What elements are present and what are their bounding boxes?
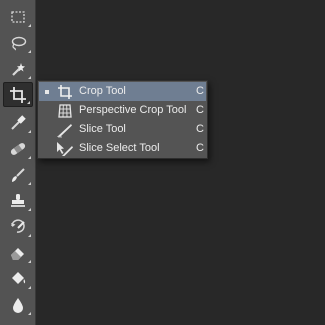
menu-item-crop-tool[interactable]: Crop Tool C [39, 82, 206, 101]
magic-wand-icon [12, 62, 25, 76]
menu-item-label: Slice Select Tool [79, 142, 160, 154]
crop-icon [56, 83, 74, 100]
perspective-crop-icon [56, 102, 74, 119]
paint-bucket-tool[interactable] [3, 266, 33, 291]
menu-item-label: Slice Tool [79, 123, 126, 135]
menu-item-slice-select-tool[interactable]: Slice Select Tool C [39, 139, 206, 158]
menu-item-shortcut: C [196, 123, 204, 135]
selected-bullet-icon [45, 90, 49, 94]
menu-item-perspective-crop-tool[interactable]: Perspective Crop Tool C [39, 101, 206, 120]
healing-brush-tool[interactable] [3, 136, 33, 161]
menu-item-shortcut: C [196, 85, 204, 97]
lasso-tool[interactable] [3, 30, 33, 55]
paint-bucket-icon [12, 271, 26, 284]
eyedropper-tool[interactable] [3, 110, 33, 135]
history-brush-icon [11, 218, 25, 233]
slice-icon [56, 121, 74, 138]
menu-item-shortcut: C [196, 104, 204, 116]
magic-wand-tool[interactable] [3, 56, 33, 81]
lasso-icon [11, 36, 27, 50]
eyedropper-icon [11, 114, 26, 130]
crop-tool-flyout-menu: Crop Tool C Perspective Crop Tool C Slic… [37, 80, 208, 159]
drop-icon [13, 297, 23, 313]
brush-tool[interactable] [3, 162, 33, 187]
stamp-icon [11, 193, 25, 207]
eraser-tool[interactable] [3, 240, 33, 265]
history-brush-tool[interactable] [3, 214, 33, 239]
marquee-icon [11, 10, 25, 23]
brush-icon [12, 167, 25, 182]
menu-item-slice-tool[interactable]: Slice Tool C [39, 120, 206, 139]
tools-panel [0, 0, 36, 325]
workspace: Crop Tool C Perspective Crop Tool C Slic… [0, 0, 325, 325]
clone-stamp-tool[interactable] [3, 188, 33, 213]
menu-item-label: Crop Tool [79, 85, 126, 97]
bandage-icon [10, 142, 26, 155]
slice-select-icon [56, 140, 74, 157]
eraser-icon [11, 247, 24, 260]
blur-tool[interactable] [3, 292, 33, 317]
menu-item-shortcut: C [196, 142, 204, 154]
crop-tool[interactable] [3, 82, 33, 107]
crop-icon [10, 86, 26, 103]
menu-item-label: Perspective Crop Tool [79, 104, 187, 116]
rectangular-marquee-tool[interactable] [3, 4, 33, 29]
